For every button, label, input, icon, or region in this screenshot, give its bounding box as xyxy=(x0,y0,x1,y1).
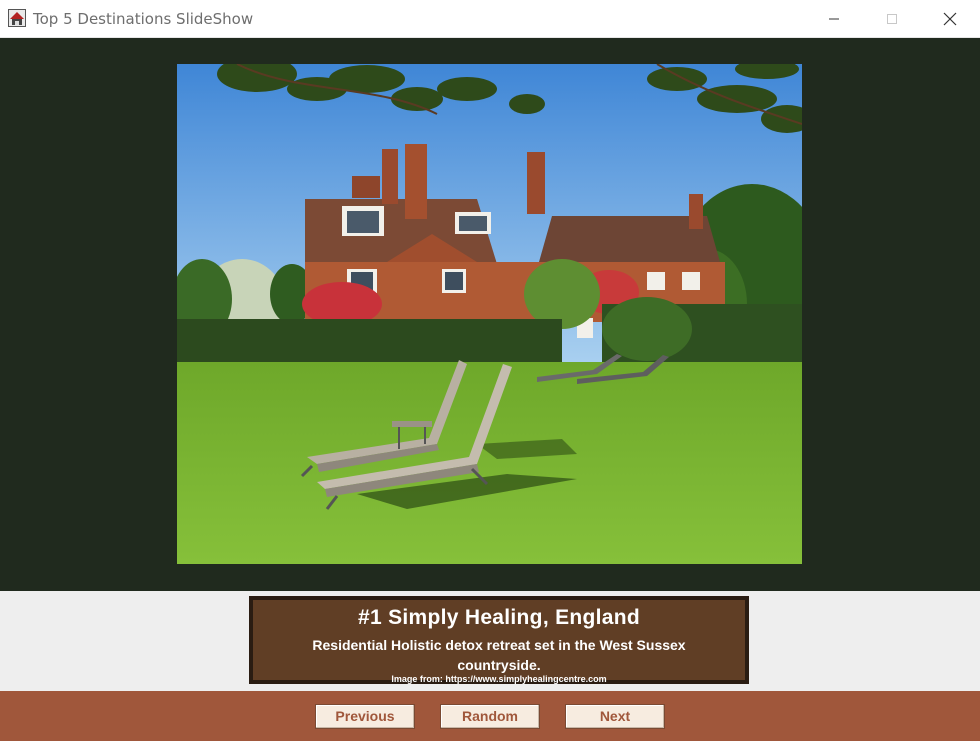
app-icon xyxy=(8,9,26,27)
window-titlebar: Top 5 Destinations SlideShow xyxy=(0,0,980,38)
country-house-photo xyxy=(177,64,802,564)
slide-title: #1 Simply Healing, England xyxy=(357,606,641,629)
minimize-icon[interactable] xyxy=(806,0,862,38)
image-credit: Image from: https://www.simplyhealingcen… xyxy=(391,674,607,684)
caption-box: #1 Simply Healing, England Residential H… xyxy=(249,596,749,684)
slide-image-panel xyxy=(0,38,980,591)
window-title: Top 5 Destinations SlideShow xyxy=(33,10,254,28)
slide-description: Residential Holistic detox retreat set i… xyxy=(312,637,686,673)
close-icon[interactable] xyxy=(922,0,978,38)
caption-strip: #1 Simply Healing, England Residential H… xyxy=(0,591,980,691)
maximize-icon[interactable] xyxy=(864,0,920,38)
previous-button[interactable]: Previous xyxy=(315,704,415,729)
navigation-bar: Previous Random Next xyxy=(0,691,980,741)
random-button[interactable]: Random xyxy=(440,704,540,729)
next-button[interactable]: Next xyxy=(565,704,665,729)
